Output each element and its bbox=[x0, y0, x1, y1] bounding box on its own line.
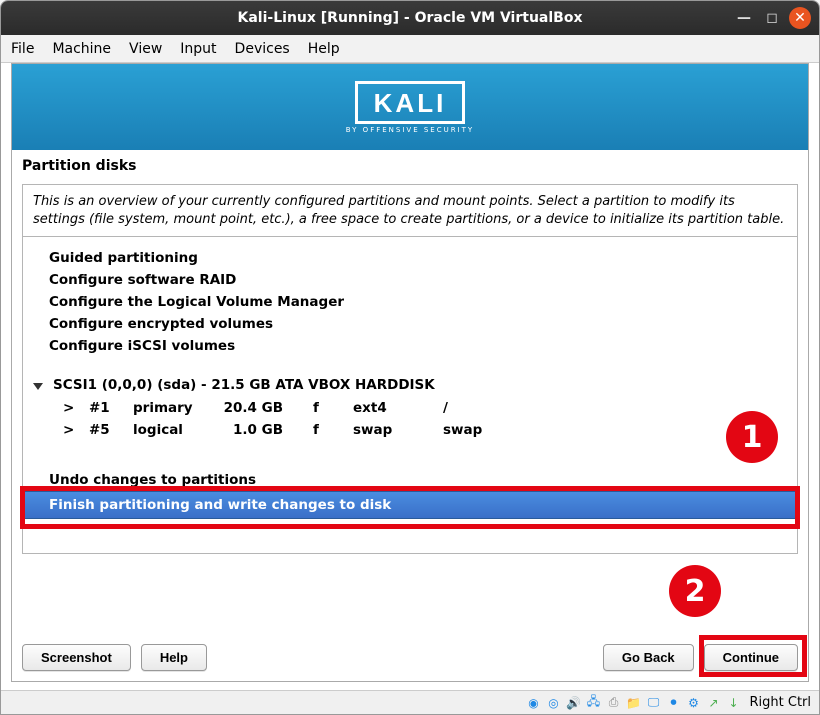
kali-banner: KALI BY OFFENSIVE SECURITY bbox=[12, 64, 808, 150]
partition-number: #5 bbox=[89, 422, 133, 438]
intro-text: This is an overview of your currently co… bbox=[22, 184, 798, 236]
network-icon[interactable]: 🖧 bbox=[586, 695, 602, 711]
partition-size: 20.4 GB bbox=[223, 400, 313, 416]
usb-icon[interactable]: ⎙ bbox=[606, 695, 622, 711]
menu-help[interactable]: Help bbox=[308, 41, 340, 57]
partition-row[interactable]: > #5 logical 1.0 GB f swap swap bbox=[23, 419, 797, 441]
expand-triangle-icon bbox=[33, 383, 43, 390]
menu-file[interactable]: File bbox=[11, 41, 34, 57]
partition-arrow: > bbox=[63, 422, 89, 438]
option-software-raid[interactable]: Configure software RAID bbox=[23, 269, 797, 291]
button-row: Screenshot Help Go Back Continue bbox=[12, 634, 808, 681]
partition-number: #1 bbox=[89, 400, 133, 416]
partition-arrow: > bbox=[63, 400, 89, 416]
recording-icon[interactable]: ⏺ bbox=[666, 695, 682, 711]
minimize-button[interactable]: — bbox=[733, 7, 755, 29]
window-controls: — ◻ ✕ bbox=[733, 7, 811, 29]
partition-fs: ext4 bbox=[353, 400, 443, 416]
menu-input[interactable]: Input bbox=[180, 41, 216, 57]
menu-view[interactable]: View bbox=[129, 41, 162, 57]
vm-statusbar: ◉ ◎ 🔊 🖧 ⎙ 📁 🖵 ⏺ ⚙ ↗ ↓ Right Ctrl bbox=[1, 690, 819, 714]
window-title: Kali-Linux [Running] - Oracle VM Virtual… bbox=[238, 10, 583, 26]
partition-flag: f bbox=[313, 422, 353, 438]
maximize-button[interactable]: ◻ bbox=[761, 7, 783, 29]
display-icon[interactable]: 🖵 bbox=[646, 695, 662, 711]
annotation-highlight-2 bbox=[699, 635, 807, 677]
kali-logo-subtext: BY OFFENSIVE SECURITY bbox=[346, 126, 474, 134]
mouse-integration-icon[interactable]: ↗ bbox=[706, 695, 722, 711]
audio-icon[interactable]: 🔊 bbox=[566, 695, 582, 711]
kali-logo-text: KALI bbox=[374, 88, 447, 119]
page-title: Partition disks bbox=[12, 150, 808, 184]
partition-size: 1.0 GB bbox=[223, 422, 313, 438]
partition-type: logical bbox=[133, 422, 223, 438]
host-key-label: Right Ctrl bbox=[750, 695, 812, 710]
annotation-highlight-1 bbox=[20, 486, 800, 529]
partition-row[interactable]: > #1 primary 20.4 GB f ext4 / bbox=[23, 397, 797, 419]
goback-button[interactable]: Go Back bbox=[603, 644, 694, 671]
option-encrypted-volumes[interactable]: Configure encrypted volumes bbox=[23, 313, 797, 335]
option-lvm[interactable]: Configure the Logical Volume Manager bbox=[23, 291, 797, 313]
optical-disk-icon[interactable]: ◎ bbox=[546, 695, 562, 711]
keyboard-capture-icon[interactable]: ↓ bbox=[726, 695, 742, 711]
disk-header-label: SCSI1 (0,0,0) (sda) - 21.5 GB ATA VBOX H… bbox=[53, 377, 435, 393]
menu-devices[interactable]: Devices bbox=[235, 41, 290, 57]
annotation-badge-1: 1 bbox=[726, 411, 778, 463]
help-button[interactable]: Help bbox=[141, 644, 207, 671]
kali-logo: KALI BY OFFENSIVE SECURITY bbox=[346, 81, 474, 134]
partition-flag: f bbox=[313, 400, 353, 416]
annotation-badge-2: 2 bbox=[669, 565, 721, 617]
menubar: File Machine View Input Devices Help bbox=[1, 35, 819, 63]
partition-type: primary bbox=[133, 400, 223, 416]
cpu-icon[interactable]: ⚙ bbox=[686, 695, 702, 711]
menu-machine[interactable]: Machine bbox=[52, 41, 111, 57]
partition-mount: swap bbox=[443, 422, 523, 438]
screenshot-button[interactable]: Screenshot bbox=[22, 644, 131, 671]
partition-mount: / bbox=[443, 400, 523, 416]
partition-fs: swap bbox=[353, 422, 443, 438]
option-guided-partitioning[interactable]: Guided partitioning bbox=[23, 247, 797, 269]
titlebar: Kali-Linux [Running] - Oracle VM Virtual… bbox=[1, 1, 819, 35]
disk-header[interactable]: SCSI1 (0,0,0) (sda) - 21.5 GB ATA VBOX H… bbox=[23, 373, 797, 397]
option-iscsi-volumes[interactable]: Configure iSCSI volumes bbox=[23, 335, 797, 357]
close-button[interactable]: ✕ bbox=[789, 7, 811, 29]
app-window: Kali-Linux [Running] - Oracle VM Virtual… bbox=[0, 0, 820, 715]
shared-folder-icon[interactable]: 📁 bbox=[626, 695, 642, 711]
hard-disk-icon[interactable]: ◉ bbox=[526, 695, 542, 711]
